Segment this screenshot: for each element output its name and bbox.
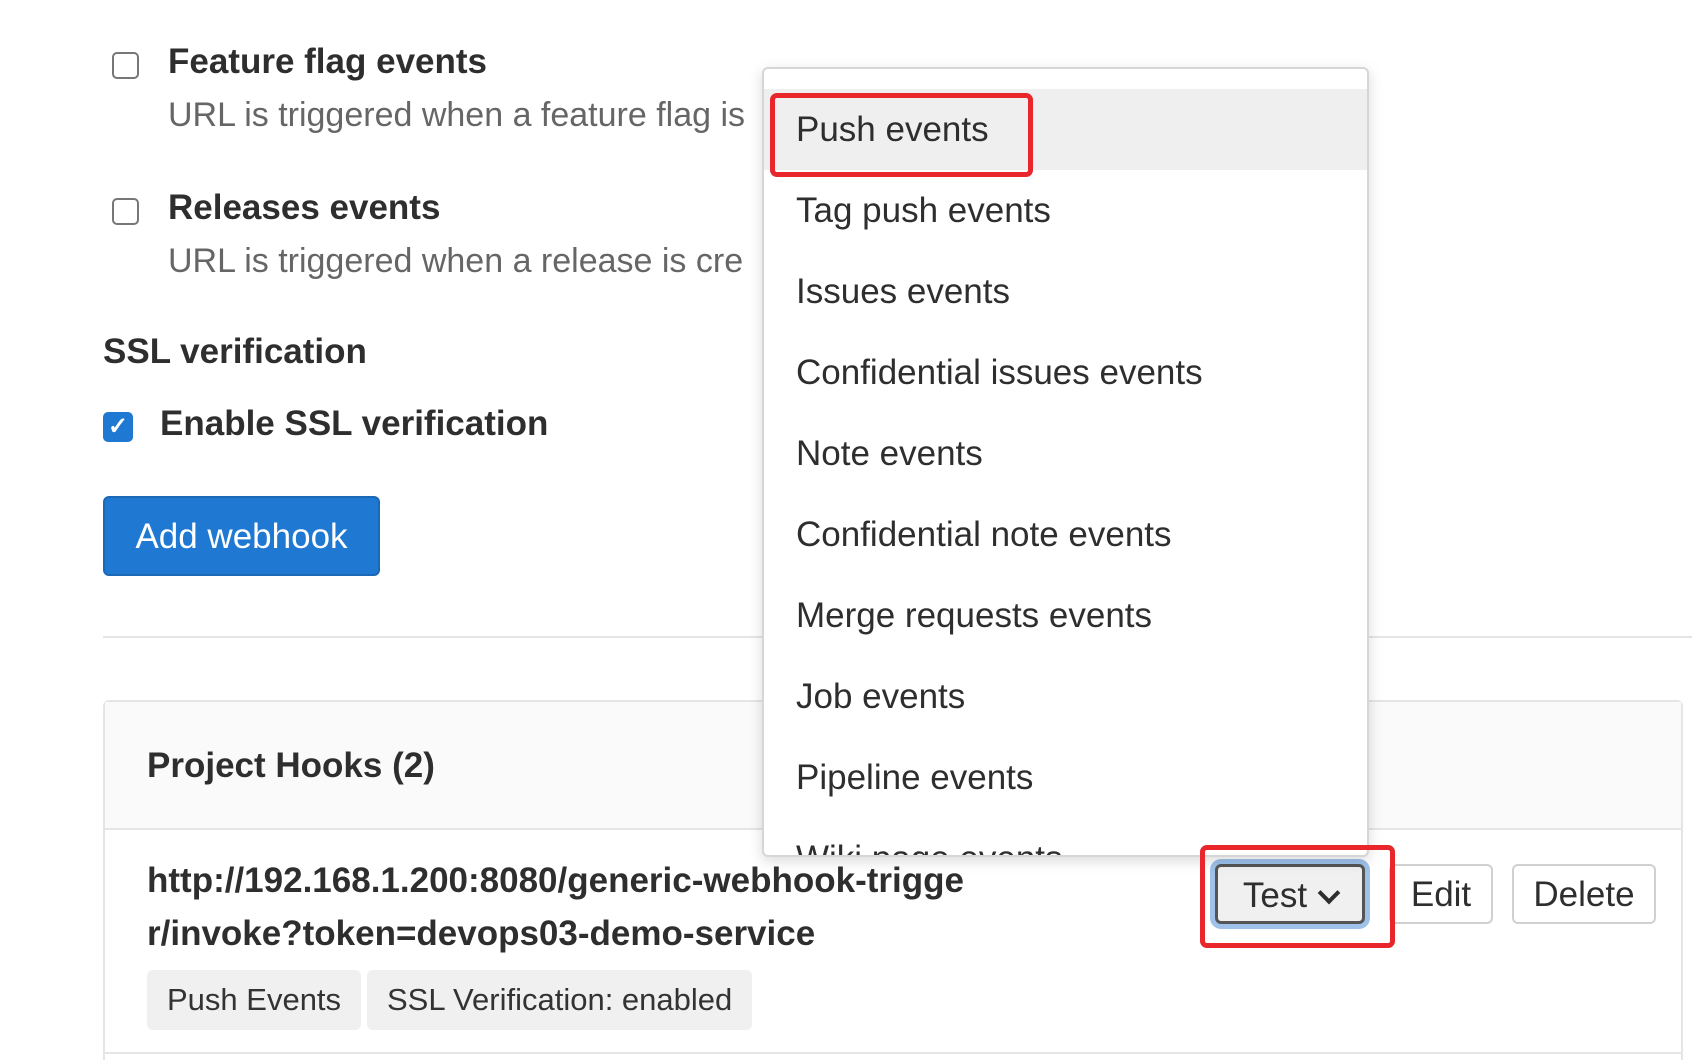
hook-url: http://192.168.1.200:8080/generic-webhoo… [147,861,964,953]
push-events-badge: Push Events [147,970,362,1030]
feature-flag-events-label: Feature flag events [168,42,487,81]
delete-hook-button[interactable]: Delete [1512,864,1656,924]
add-webhook-button[interactable]: Add webhook [103,496,380,576]
test-button-label: Test [1242,876,1308,915]
dropdown-item-issues-events[interactable]: Issues events [764,251,1367,332]
dropdown-item-job-events[interactable]: Job events [764,656,1367,737]
webhooks-settings-page: Feature flag events URL is triggered whe… [0,0,1692,1060]
enable-ssl-label[interactable]: Enable SSL verification [160,404,548,444]
dropdown-item-pipeline-events[interactable]: Pipeline events [764,737,1367,818]
test-events-dropdown: Push events Tag push events Issues event… [762,67,1369,857]
ssl-verification-heading: SSL verification [103,332,367,371]
test-dropdown-button[interactable]: Test [1215,864,1365,924]
checkmark-icon: ✓ [107,413,129,440]
ssl-verification-badge: SSL Verification: enabled [367,970,753,1030]
releases-events-checkbox[interactable] [112,198,139,225]
dropdown-item-tag-push-events[interactable]: Tag push events [764,170,1367,251]
dropdown-item-confidential-issues-events[interactable]: Confidential issues events [764,332,1367,413]
enable-ssl-checkbox[interactable]: ✓ [103,412,133,442]
chevron-down-icon [1317,881,1341,905]
releases-events-description: URL is triggered when a release is cre [168,242,744,280]
edit-hook-button[interactable]: Edit [1389,864,1493,924]
feature-flag-events-description: URL is triggered when a feature flag is [168,96,746,134]
dropdown-item-confidential-note-events[interactable]: Confidential note events [764,494,1367,575]
releases-events-label: Releases events [168,188,441,227]
dropdown-item-note-events[interactable]: Note events [764,413,1367,494]
dropdown-item-wiki-page-events[interactable]: Wiki page events [764,818,1367,855]
dropdown-item-merge-requests-events[interactable]: Merge requests events [764,575,1367,656]
feature-flag-events-checkbox[interactable] [112,52,139,79]
dropdown-item-push-events[interactable]: Push events [764,89,1367,170]
project-hooks-title: Project Hooks (2) [147,746,435,785]
hook-row-divider [105,1052,1681,1054]
